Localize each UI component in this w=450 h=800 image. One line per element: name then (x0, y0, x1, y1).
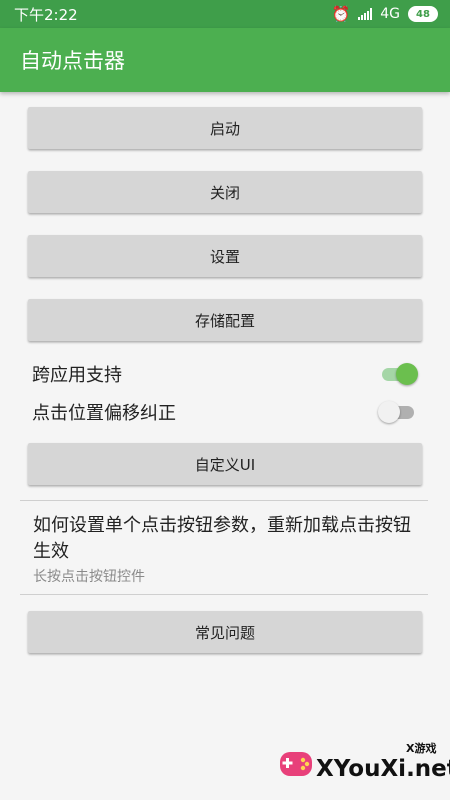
help-item-subtitle: 长按点击按钮控件 (33, 569, 145, 585)
watermark-tag: X游戏 (406, 742, 437, 755)
alarm-icon: ⏰ (331, 5, 351, 23)
signal-icon (358, 8, 373, 20)
divider (20, 500, 428, 501)
help-item-title[interactable]: 如何设置单个点击按钮参数，重新加载点击按钮生效 (33, 513, 428, 565)
save-config-button[interactable]: 存储配置 (28, 299, 422, 341)
settings-button[interactable]: 设置 (28, 235, 422, 277)
custom-ui-button[interactable]: 自定义UI (28, 443, 422, 485)
faq-button[interactable]: 常见问题 (28, 611, 422, 653)
battery-icon: 48 (408, 6, 438, 22)
status-icons: ⏰ 4G 48 (332, 5, 438, 23)
gamepad-logo-icon (280, 752, 312, 776)
start-button[interactable]: 启动 (28, 107, 422, 149)
offset-correction-switch[interactable] (378, 400, 418, 424)
watermark: X游戏 XYouXi.net (276, 738, 450, 796)
switch-thumb (396, 363, 418, 385)
app-title: 自动点击器 (20, 49, 125, 73)
network-type: 4G (380, 6, 400, 22)
offset-correction-toggle-row[interactable]: 点击位置偏移纠正 (32, 396, 418, 428)
watermark-brand: XYouXi.net (316, 756, 450, 782)
battery-level: 48 (416, 8, 430, 20)
status-bar: 下午2:22 ⏰ 4G 48 (0, 0, 450, 28)
app-bar: 自动点击器 (0, 28, 450, 92)
switch-thumb (378, 401, 400, 423)
close-button[interactable]: 关闭 (28, 171, 422, 213)
offset-correction-label: 点击位置偏移纠正 (32, 403, 176, 424)
status-time: 下午2:22 (14, 5, 78, 24)
cross-app-label: 跨应用支持 (32, 365, 122, 386)
divider (20, 594, 428, 595)
cross-app-toggle-row[interactable]: 跨应用支持 (32, 358, 418, 390)
cross-app-switch[interactable] (378, 362, 418, 386)
